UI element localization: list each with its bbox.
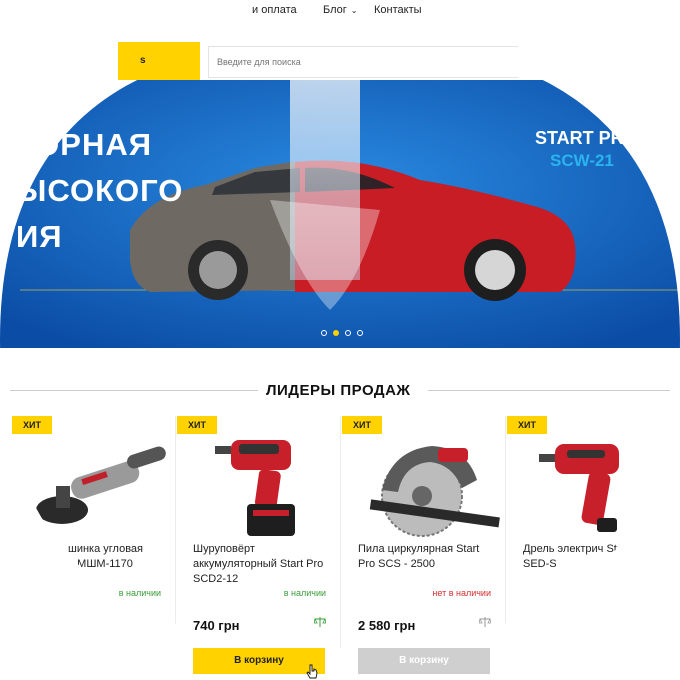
product-card[interactable]: ХИТ Шуруповёрт аккумуляторный Start Pro … <box>177 416 341 680</box>
hero-headline: ТОРНАЯ ЫСОКОГО ИЯ <box>16 122 183 260</box>
carousel-dot-active[interactable] <box>333 330 339 336</box>
product-card[interactable]: ХИТ Дрель электрич Start Pro SED-S 9 <box>507 416 671 680</box>
catalog-button[interactable]: s <box>118 42 200 80</box>
top-nav-overlay: и оплата Блог ⌄ Контакты <box>0 0 680 22</box>
carousel-dot[interactable] <box>357 330 363 336</box>
catalog-button-label: s <box>140 55 146 66</box>
search-box <box>208 46 518 78</box>
electric-drill-image <box>539 444 619 532</box>
product-card[interactable]: ХИТ шинка угловая 3 МШМ-1170 в наличии <box>12 416 176 680</box>
hand-cursor-icon <box>306 664 318 679</box>
search-input[interactable] <box>209 47 518 77</box>
nav-link-payment[interactable]: и оплата <box>252 4 297 16</box>
angle-grinder-image <box>36 446 166 524</box>
nav-link-contacts[interactable]: Контакты <box>374 4 422 16</box>
product-price: 9 <box>523 618 531 633</box>
scales-icon[interactable] <box>479 616 491 628</box>
scales-icon[interactable] <box>149 616 161 628</box>
product-price: 740 грн <box>193 618 240 633</box>
carousel-dot[interactable] <box>321 330 327 336</box>
divider <box>10 390 258 391</box>
cordless-drill-image <box>215 440 295 536</box>
divider <box>428 390 670 391</box>
nav-link-blog[interactable]: Блог ⌄ <box>323 4 357 16</box>
search-row-overlay: s <box>0 42 680 80</box>
carousel-dots <box>321 330 363 336</box>
circular-saw-image <box>369 446 500 537</box>
hero-headline-line: ИЯ <box>16 219 63 254</box>
hero-headline-line: ТОРНАЯ <box>16 127 153 162</box>
product-name[interactable]: Пила циркулярная Start Pro SCS - 2500 <box>358 542 498 572</box>
hero-headline-line: ЫСОКОГО <box>16 173 184 208</box>
product-name[interactable]: Дрель электрич Start Pro SED-S <box>523 542 663 572</box>
section-title: ЛИДЕРЫ ПРОДАЖ <box>266 382 411 399</box>
scales-icon[interactable] <box>314 616 326 628</box>
stock-status: в наличии <box>283 588 326 598</box>
carousel-dot[interactable] <box>345 330 351 336</box>
product-card[interactable]: ХИТ Пила циркулярная Start Pro SCS - 250… <box>342 416 506 680</box>
hero-brand: START PR <box>535 128 624 148</box>
hero-model: SCW-21 <box>550 151 614 170</box>
product-name[interactable]: шинка угловая 3 МШМ-1170 <box>68 542 168 572</box>
stock-status: нет в наличии <box>432 588 491 598</box>
chevron-down-icon: ⌄ <box>350 6 358 15</box>
add-to-cart-button-disabled[interactable]: В корзину <box>358 648 490 674</box>
nav-blog-label: Блог <box>323 4 347 16</box>
product-price: 2 580 грн <box>358 618 416 633</box>
section-header: ЛИДЕРЫ ПРОДАЖ <box>0 380 680 402</box>
hero-banner[interactable]: ТОРНАЯ ЫСОКОГО ИЯ START PR SCW-21 <box>0 80 680 348</box>
product-name[interactable]: Шуруповёрт аккумуляторный Start Pro SCD2… <box>193 542 333 587</box>
stock-status: в наличии <box>118 588 161 598</box>
